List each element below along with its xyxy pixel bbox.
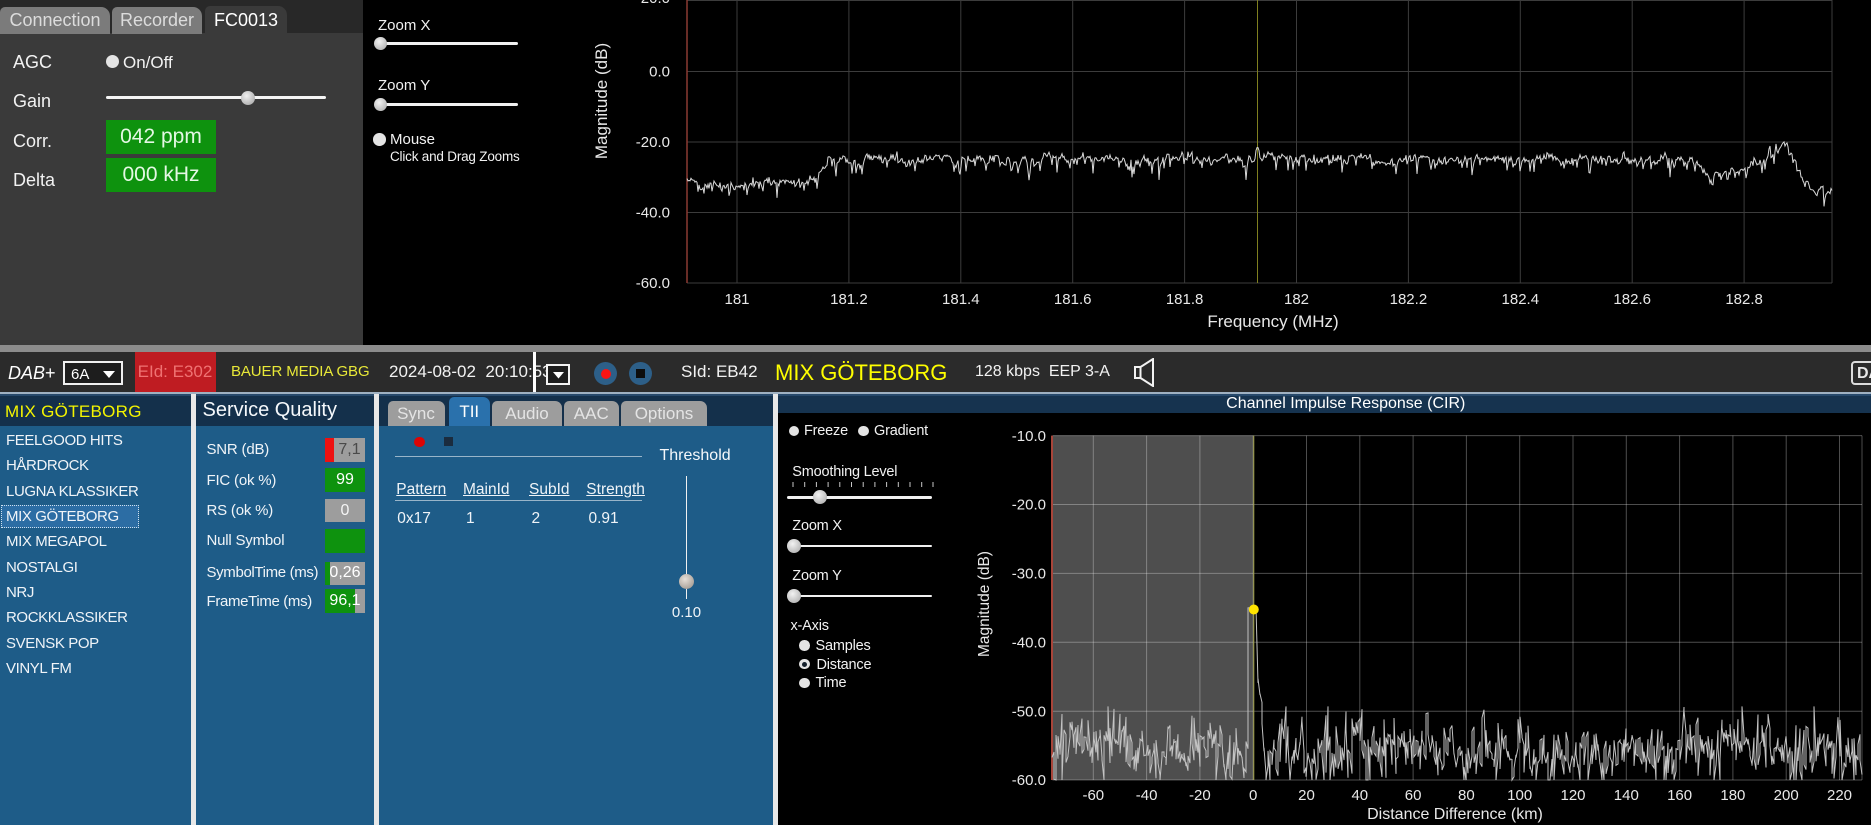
svg-text:Distance Difference (km): Distance Difference (km) (1367, 806, 1543, 823)
svg-text:60: 60 (1405, 787, 1422, 804)
svg-text:-40: -40 (1136, 787, 1158, 804)
svg-text:20.0: 20.0 (641, 0, 670, 7)
svg-text:-20.0: -20.0 (1012, 497, 1046, 514)
svg-text:Magnitude (dB): Magnitude (dB) (976, 551, 993, 657)
svg-text:181.4: 181.4 (942, 291, 980, 308)
svg-text:200: 200 (1774, 787, 1799, 804)
svg-text:-60.0: -60.0 (636, 275, 670, 292)
svg-text:-20.0: -20.0 (636, 134, 670, 151)
svg-text:80: 80 (1458, 787, 1475, 804)
svg-text:20: 20 (1298, 787, 1315, 804)
svg-text:182.2: 182.2 (1390, 291, 1428, 308)
svg-text:Frequency (MHz): Frequency (MHz) (1207, 312, 1338, 331)
svg-text:-60.0: -60.0 (1012, 772, 1046, 789)
svg-text:-30.0: -30.0 (1012, 566, 1046, 583)
svg-text:-40.0: -40.0 (636, 205, 670, 222)
svg-text:0.0: 0.0 (649, 64, 670, 81)
svg-text:182.6: 182.6 (1613, 291, 1651, 308)
svg-text:-50.0: -50.0 (1012, 703, 1046, 720)
svg-text:0: 0 (1249, 787, 1257, 804)
svg-text:100: 100 (1507, 787, 1532, 804)
svg-text:-60: -60 (1082, 787, 1104, 804)
svg-text:40: 40 (1351, 787, 1368, 804)
svg-text:181.8: 181.8 (1166, 291, 1204, 308)
svg-text:220: 220 (1827, 787, 1852, 804)
svg-text:-40.0: -40.0 (1012, 635, 1046, 652)
svg-text:182: 182 (1284, 291, 1309, 308)
svg-text:Magnitude (dB): Magnitude (dB) (592, 43, 611, 159)
svg-text:181.6: 181.6 (1054, 291, 1092, 308)
svg-text:-10.0: -10.0 (1012, 428, 1046, 445)
svg-text:-20: -20 (1189, 787, 1211, 804)
svg-text:180: 180 (1720, 787, 1745, 804)
svg-text:181: 181 (724, 291, 749, 308)
svg-text:140: 140 (1614, 787, 1639, 804)
svg-text:182.8: 182.8 (1725, 291, 1763, 308)
svg-text:181.2: 181.2 (830, 291, 868, 308)
svg-text:182.4: 182.4 (1502, 291, 1540, 308)
svg-text:120: 120 (1560, 787, 1585, 804)
svg-text:160: 160 (1667, 787, 1692, 804)
